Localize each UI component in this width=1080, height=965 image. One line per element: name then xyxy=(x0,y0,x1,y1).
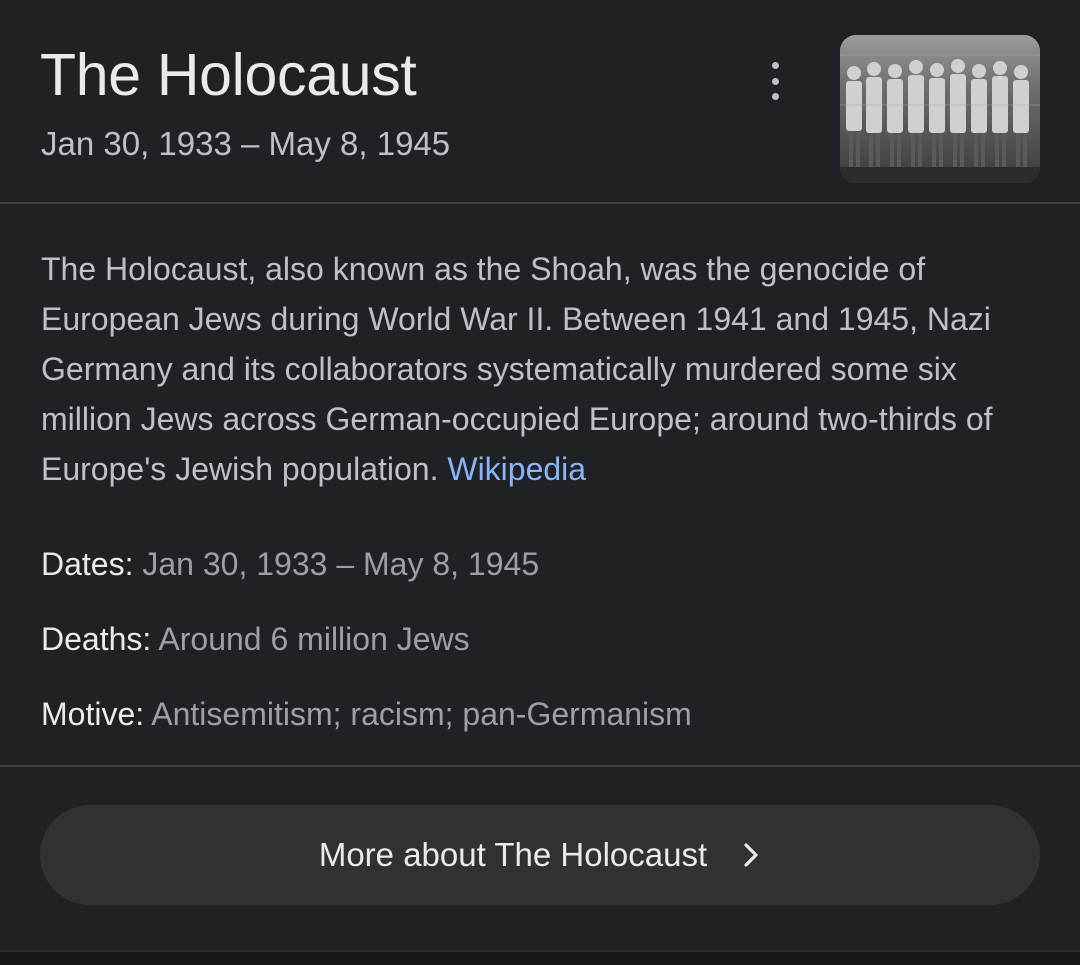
more-about-button[interactable]: More about The Holocaust xyxy=(40,805,1040,905)
fact-label: Motive: xyxy=(41,696,145,732)
fact-label: Dates: xyxy=(41,546,134,582)
knowledge-panel-card: The Holocaust Jan 30, 1933 – May 8, 1945 xyxy=(0,0,1080,950)
fact-row-deaths: Deaths: Around 6 million Jews xyxy=(41,619,470,659)
bottom-edge xyxy=(0,950,1080,965)
more-options-icon[interactable] xyxy=(758,62,792,100)
more-options-dot xyxy=(771,62,779,69)
fact-label: Deaths: xyxy=(41,621,152,657)
fact-row-motive: Motive: Antisemitism; racism; pan-German… xyxy=(41,694,692,734)
fact-value-link[interactable]: Around 6 million Jews xyxy=(158,621,469,657)
section-divider xyxy=(0,765,1080,767)
photo-placeholder-icon xyxy=(840,35,1040,183)
fact-row-dates: Dates: Jan 30, 1933 – May 8, 1945 xyxy=(41,544,539,584)
panel-header: The Holocaust Jan 30, 1933 – May 8, 1945 xyxy=(0,0,1080,204)
fact-value: Jan 30, 1933 – May 8, 1945 xyxy=(142,546,540,582)
wikipedia-link[interactable]: Wikipedia xyxy=(447,451,586,487)
fact-value-link[interactable]: Antisemitism; racism; pan-Germanism xyxy=(151,696,692,732)
panel-title: The Holocaust xyxy=(40,42,417,108)
thumbnail-image[interactable] xyxy=(840,35,1040,183)
chevron-right-icon xyxy=(741,840,761,870)
panel-subtitle-dates: Jan 30, 1933 – May 8, 1945 xyxy=(41,125,451,162)
description-paragraph: The Holocaust, also known as the Shoah, … xyxy=(41,244,1041,494)
more-about-label: More about The Holocaust xyxy=(318,836,708,873)
more-options-dot xyxy=(771,77,779,85)
more-options-dot xyxy=(771,93,779,100)
